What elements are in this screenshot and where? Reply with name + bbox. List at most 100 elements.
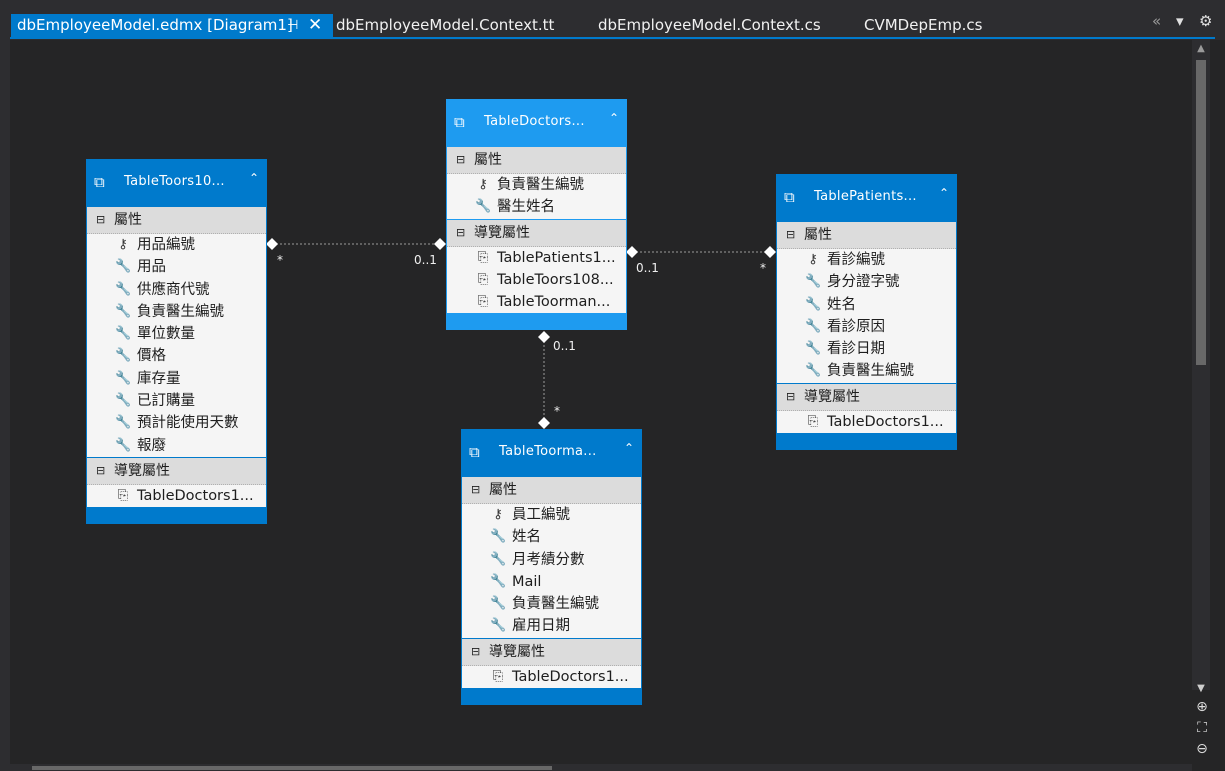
property-row[interactable]: ⚷ 負責醫生編號 bbox=[447, 174, 626, 196]
property-row[interactable]: 🔧 已訂購量 bbox=[87, 390, 266, 412]
collapse-icon[interactable]: ⌃ bbox=[249, 171, 259, 185]
properties-section-header[interactable]: ⊟ 屬性 bbox=[777, 222, 956, 249]
minus-icon[interactable]: ⊟ bbox=[456, 147, 465, 173]
navigation-property-row[interactable]: ⎘ TableDoctors1... bbox=[777, 411, 956, 433]
property-row[interactable]: 🔧 醫生姓名 bbox=[447, 196, 626, 218]
properties-section-header[interactable]: ⊟ 屬性 bbox=[447, 147, 626, 174]
navigation-property-row[interactable]: ⎘ TableToors108... bbox=[447, 269, 626, 291]
navigation-property-row[interactable]: ⎘ TableDoctors1... bbox=[462, 666, 641, 688]
vertical-scroll-thumb[interactable] bbox=[1196, 60, 1206, 365]
navigation-property-name: TableDoctors1... bbox=[827, 413, 944, 430]
navigation-section-header[interactable]: ⊟ 導覽屬性 bbox=[87, 457, 266, 485]
wrench-icon: 🔧 bbox=[490, 573, 507, 589]
zoom-in-icon[interactable]: ⊕ bbox=[1192, 698, 1212, 716]
multiplicity-label: * bbox=[554, 404, 560, 418]
navigation-property-row[interactable]: ⎘ TableDoctors1... bbox=[87, 485, 266, 507]
entity-header[interactable]: ⧉ TableDoctors... ⌃ bbox=[446, 99, 627, 147]
zoom-to-fit-icon[interactable]: ⛶ bbox=[1192, 719, 1212, 737]
property-row[interactable]: 🔧 雇用日期 bbox=[462, 615, 641, 637]
horizontal-scroll-thumb[interactable] bbox=[32, 766, 552, 770]
scroll-up-icon[interactable]: ▲ bbox=[1192, 43, 1210, 57]
minus-icon[interactable]: ⊟ bbox=[786, 384, 795, 410]
collapse-icon[interactable]: ⌃ bbox=[939, 186, 949, 200]
entity-title: TableToorma... bbox=[499, 444, 597, 459]
property-row[interactable]: 🔧 供應商代號 bbox=[87, 279, 266, 301]
navigation-property-row[interactable]: ⎘ TablePatients1... bbox=[447, 247, 626, 269]
collapse-icon[interactable]: ⌃ bbox=[609, 111, 619, 125]
navigation-section-header[interactable]: ⊟ 導覽屬性 bbox=[447, 219, 626, 247]
property-row[interactable]: 🔧 報廢 bbox=[87, 435, 266, 457]
entity-footer bbox=[776, 433, 957, 441]
property-row[interactable]: 🔧 負責醫生編號 bbox=[777, 360, 956, 382]
entity-table-toors[interactable]: ⧉ TableToors10... ⌃ ⊟ 屬性 ⚷ 用品編號 🔧 用品 🔧 供應商代… bbox=[86, 159, 267, 524]
wrench-icon: 🔧 bbox=[490, 596, 507, 612]
multiplicity-label: * bbox=[277, 253, 283, 267]
section-label: 導覽屬性 bbox=[114, 462, 170, 479]
connector-diamond bbox=[626, 246, 638, 258]
vertical-scrollbar[interactable]: ▲ ▼ bbox=[1192, 40, 1210, 694]
wrench-icon: 🔧 bbox=[115, 437, 132, 453]
wrench-icon: 🔧 bbox=[805, 296, 822, 312]
properties-section-header[interactable]: ⊟ 屬性 bbox=[462, 477, 641, 504]
properties-section-header[interactable]: ⊟ 屬性 bbox=[87, 207, 266, 234]
property-row[interactable]: 🔧 預計能使用天數 bbox=[87, 412, 266, 434]
property-row[interactable]: 🔧 Mail bbox=[462, 571, 641, 593]
minus-icon[interactable]: ⊟ bbox=[96, 207, 105, 233]
key-icon: ⚷ bbox=[808, 252, 818, 267]
entity-table-toorman[interactable]: ⧉ TableToorma... ⌃ ⊟ 屬性 ⚷ 員工編號 🔧 姓名 🔧 月考績分數… bbox=[461, 429, 642, 705]
minus-icon[interactable]: ⊟ bbox=[471, 639, 480, 665]
entity-header[interactable]: ⧉ TablePatients... ⌃ bbox=[776, 174, 957, 222]
navigation-property-icon: ⎘ bbox=[477, 271, 489, 287]
property-name: 看診原因 bbox=[827, 318, 885, 335]
property-row[interactable]: 🔧 負責醫生編號 bbox=[462, 593, 641, 615]
property-row[interactable]: 🔧 用品 bbox=[87, 256, 266, 278]
property-name: 雇用日期 bbox=[512, 618, 570, 635]
entity-type-icon: ⧉ bbox=[469, 443, 480, 461]
property-row[interactable]: ⚷ 看診編號 bbox=[777, 249, 956, 271]
wrench-icon: 🔧 bbox=[115, 326, 132, 342]
navigation-property-icon: ⎘ bbox=[492, 668, 504, 684]
horizontal-scrollbar[interactable] bbox=[10, 764, 1192, 771]
entity-header[interactable]: ⧉ TableToorma... ⌃ bbox=[461, 429, 642, 477]
scroll-down-icon[interactable]: ▼ bbox=[1192, 683, 1210, 697]
property-row[interactable]: ⚷ 用品編號 bbox=[87, 234, 266, 256]
entity-type-icon: ⧉ bbox=[784, 188, 795, 206]
property-row[interactable]: ⚷ 員工編號 bbox=[462, 504, 641, 526]
zoom-out-icon[interactable]: ⊖ bbox=[1192, 740, 1212, 758]
entity-header[interactable]: ⧉ TableToors10... ⌃ bbox=[86, 159, 267, 207]
property-row[interactable]: 🔧 姓名 bbox=[462, 526, 641, 548]
property-name: 醫生姓名 bbox=[497, 199, 555, 216]
navigation-section-header[interactable]: ⊟ 導覽屬性 bbox=[462, 638, 641, 666]
connector-diamond bbox=[538, 417, 550, 429]
property-row[interactable]: 🔧 月考績分數 bbox=[462, 549, 641, 571]
minus-icon[interactable]: ⊟ bbox=[786, 222, 795, 248]
wrench-icon: 🔧 bbox=[115, 370, 132, 386]
property-name: 價格 bbox=[137, 348, 166, 365]
entity-table-patients[interactable]: ⧉ TablePatients... ⌃ ⊟ 屬性 ⚷ 看診編號 🔧 身分證字號 🔧… bbox=[776, 174, 957, 450]
property-row[interactable]: 🔧 負責醫生編號 bbox=[87, 301, 266, 323]
section-label: 導覽屬性 bbox=[474, 224, 530, 241]
property-row[interactable]: 🔧 身分證字號 bbox=[777, 271, 956, 293]
entity-body: ⊟ 屬性 ⚷ 用品編號 🔧 用品 🔧 供應商代號 🔧 負責醫生編號 🔧 單位數量 🔧 價格 … bbox=[87, 207, 266, 508]
navigation-property-row[interactable]: ⎘ TableToorman... bbox=[447, 291, 626, 313]
section-label: 屬性 bbox=[804, 227, 832, 243]
property-row[interactable]: 🔧 單位數量 bbox=[87, 323, 266, 345]
property-row[interactable]: 🔧 價格 bbox=[87, 345, 266, 367]
collapse-icon[interactable]: ⌃ bbox=[624, 441, 634, 455]
minus-icon[interactable]: ⊟ bbox=[456, 220, 465, 246]
property-row[interactable]: 🔧 姓名 bbox=[777, 294, 956, 316]
minus-icon[interactable]: ⊟ bbox=[471, 477, 480, 503]
multiplicity-label: 0..1 bbox=[414, 253, 437, 267]
entity-table-doctors[interactable]: ⧉ TableDoctors... ⌃ ⊟ 屬性 ⚷ 負責醫生編號 🔧 醫生姓名 ⊟… bbox=[446, 99, 627, 330]
multiplicity-label: 0..1 bbox=[636, 261, 659, 275]
minus-icon[interactable]: ⊟ bbox=[96, 458, 105, 484]
section-label: 屬性 bbox=[114, 212, 142, 228]
property-name: 看診日期 bbox=[827, 341, 885, 358]
property-row[interactable]: 🔧 庫存量 bbox=[87, 368, 266, 390]
property-name: 月考績分數 bbox=[512, 551, 585, 568]
property-row[interactable]: 🔧 看診原因 bbox=[777, 316, 956, 338]
property-row[interactable]: 🔧 看診日期 bbox=[777, 338, 956, 360]
navigation-property-name: TableDoctors1... bbox=[137, 487, 254, 504]
property-name: 庫存量 bbox=[137, 370, 181, 387]
navigation-section-header[interactable]: ⊟ 導覽屬性 bbox=[777, 383, 956, 411]
